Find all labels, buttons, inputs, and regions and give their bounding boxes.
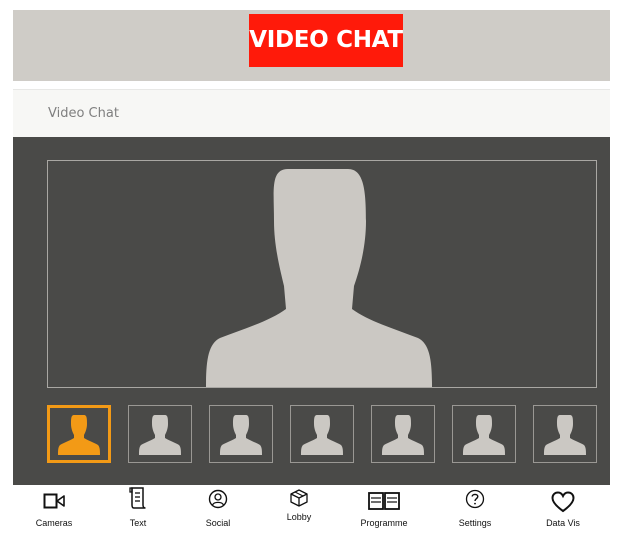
user-silhouette-icon [58,415,100,455]
nav-item-social[interactable]: Social [183,485,253,536]
participant-thumbnails [47,405,599,465]
user-silhouette-icon [382,415,424,455]
video-chat-app: VIDEO CHAT Video Chat Cameras Text Socia… [13,10,610,536]
heart-icon [551,491,575,513]
participant-thumbnail-3[interactable] [209,405,273,463]
nav-item-text[interactable]: Text [103,485,173,536]
page-title: Video Chat [48,106,119,121]
participant-thumbnail-7[interactable] [533,405,597,463]
main-video-feed[interactable] [47,160,597,388]
top-banner: VIDEO CHAT [13,10,610,81]
nav-label: Settings [458,518,492,528]
nav-item-programme[interactable]: Programme [349,485,419,536]
video-stage [13,137,610,485]
user-silhouette-icon [301,415,343,455]
user-silhouette-icon [544,415,586,455]
user-silhouette-icon [463,415,505,455]
bottom-nav: Cameras Text Social Lobby Programme Sett… [13,485,610,536]
nav-label: Lobby [286,512,312,522]
nav-label: Cameras [35,518,73,528]
participant-thumbnail-2[interactable] [128,405,192,463]
user-silhouette-icon [206,169,432,387]
participant-thumbnail-6[interactable] [452,405,516,463]
nav-item-cameras[interactable]: Cameras [19,485,89,536]
user-silhouette-icon [139,415,181,455]
nav-item-data-vis[interactable]: Data Vis [528,485,598,536]
book-icon [368,492,400,510]
nav-item-settings[interactable]: Settings [440,485,510,536]
nav-label: Text [129,518,147,528]
nav-label: Programme [360,518,408,528]
participant-thumbnail-4[interactable] [290,405,354,463]
scroll-icon [129,487,146,509]
user-silhouette-icon [220,415,262,455]
question-circle-icon [465,489,485,509]
app-title: VIDEO CHAT [249,14,403,67]
nav-label: Social [205,518,231,528]
box-icon [290,489,308,507]
participant-thumbnail-1[interactable] [47,405,111,463]
user-circle-icon [208,489,228,509]
video-camera-icon [43,493,65,509]
nav-label: Data Vis [546,518,580,528]
nav-item-lobby[interactable]: Lobby [264,485,334,536]
page-subheader: Video Chat [13,89,610,138]
participant-thumbnail-5[interactable] [371,405,435,463]
